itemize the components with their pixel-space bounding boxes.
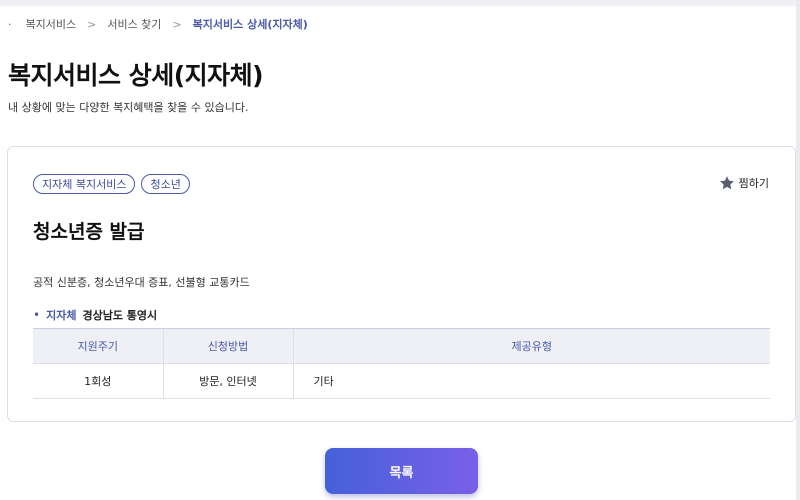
table-row: 1회성 방문, 인터넷 기타 bbox=[33, 363, 770, 399]
top-divider bbox=[0, 0, 800, 6]
favorite-label: 찜하기 bbox=[738, 177, 769, 190]
breadcrumb: · 복지서비스 > 서비스 찾기 > 복지서비스 상세(지자체) bbox=[8, 14, 308, 34]
service-detail-card: 지자체 복지서비스 청소년 찜하기 청소년증 발급 공적 신분증, 청소년우대 … bbox=[7, 146, 796, 422]
breadcrumb-separator: > bbox=[87, 17, 97, 31]
cell-provision-type: 기타 bbox=[292, 363, 770, 399]
service-title: 청소년증 발급 bbox=[33, 221, 145, 243]
header-support-cycle: 지원주기 bbox=[33, 328, 163, 364]
tag-local-welfare[interactable]: 지자체 복지서비스 bbox=[33, 174, 136, 194]
breadcrumb-bullet: · bbox=[8, 17, 12, 31]
region-value: 경상남도 통영시 bbox=[82, 309, 158, 322]
breadcrumb-item-welfare[interactable]: 복지서비스 bbox=[26, 16, 77, 32]
table-header-row: 지원주기 신청방법 제공유형 bbox=[33, 328, 770, 364]
region-label: 지자체 bbox=[46, 309, 77, 322]
service-info-table: 지원주기 신청방법 제공유형 1회성 방문, 인터넷 기타 bbox=[33, 328, 770, 399]
tag-youth[interactable]: 청소년 bbox=[141, 174, 190, 194]
service-description: 공적 신분증, 청소년우대 증표, 선불형 교통카드 bbox=[33, 276, 250, 289]
scrollbar-track[interactable] bbox=[796, 0, 800, 500]
page-subtitle: 내 상황에 맞는 다양한 복지혜택을 찾을 수 있습니다. bbox=[8, 101, 249, 114]
region-info: • 지자체 경상남도 통영시 bbox=[33, 307, 157, 323]
breadcrumb-separator: > bbox=[172, 17, 182, 31]
star-icon bbox=[719, 175, 735, 191]
cell-support-cycle: 1회성 bbox=[33, 363, 163, 399]
header-provision-type: 제공유형 bbox=[292, 328, 770, 364]
breadcrumb-item-search[interactable]: 서비스 찾기 bbox=[107, 16, 161, 32]
favorite-button[interactable]: 찜하기 bbox=[719, 175, 769, 191]
page-title: 복지서비스 상세(지자체) bbox=[8, 61, 264, 90]
list-button[interactable]: 목록 bbox=[325, 448, 478, 494]
region-bullet: • bbox=[33, 308, 41, 322]
header-apply-method: 신청방법 bbox=[162, 328, 293, 364]
breadcrumb-item-current: 복지서비스 상세(지자체) bbox=[192, 18, 308, 31]
tag-list: 지자체 복지서비스 청소년 bbox=[33, 174, 190, 194]
cell-apply-method: 방문, 인터넷 bbox=[162, 363, 293, 399]
